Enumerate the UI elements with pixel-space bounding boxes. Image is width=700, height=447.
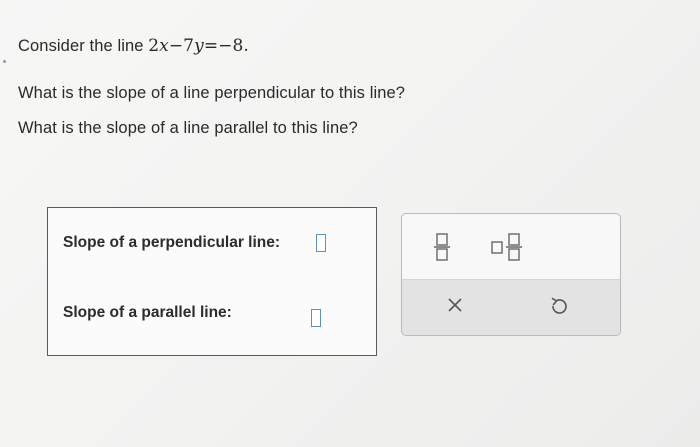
question-perpendicular: What is the slope of a line perpendicula… <box>18 84 406 102</box>
question-parallel: What is the slope of a line parallel to … <box>18 119 358 137</box>
parallel-slope-input[interactable] <box>311 309 321 327</box>
perpendicular-slope-input[interactable] <box>316 234 326 252</box>
mixed-number-button[interactable] <box>491 232 527 262</box>
fraction-button[interactable] <box>431 232 453 262</box>
question-line-equation: Consider the line 2x−7y=−8. <box>18 36 249 56</box>
equation: 2x−7y=−8. <box>148 36 249 56</box>
close-icon <box>448 298 462 312</box>
answer-box: Slope of a perpendicular line: Slope of … <box>47 207 377 356</box>
question-intro: Consider the line <box>18 37 149 55</box>
toolbar-action-strip <box>402 279 620 335</box>
clear-button[interactable] <box>446 296 464 314</box>
equation-tail: =−8. <box>203 36 249 56</box>
mixed-number-icon <box>491 233 522 261</box>
fraction-icon <box>434 233 450 261</box>
math-toolbar <box>401 213 621 336</box>
undo-button[interactable] <box>549 296 569 316</box>
undo-icon <box>551 297 567 314</box>
margin-dot <box>3 60 6 63</box>
perpendicular-label: Slope of a perpendicular line: <box>63 234 281 251</box>
parallel-label: Slope of a parallel line: <box>63 304 232 321</box>
